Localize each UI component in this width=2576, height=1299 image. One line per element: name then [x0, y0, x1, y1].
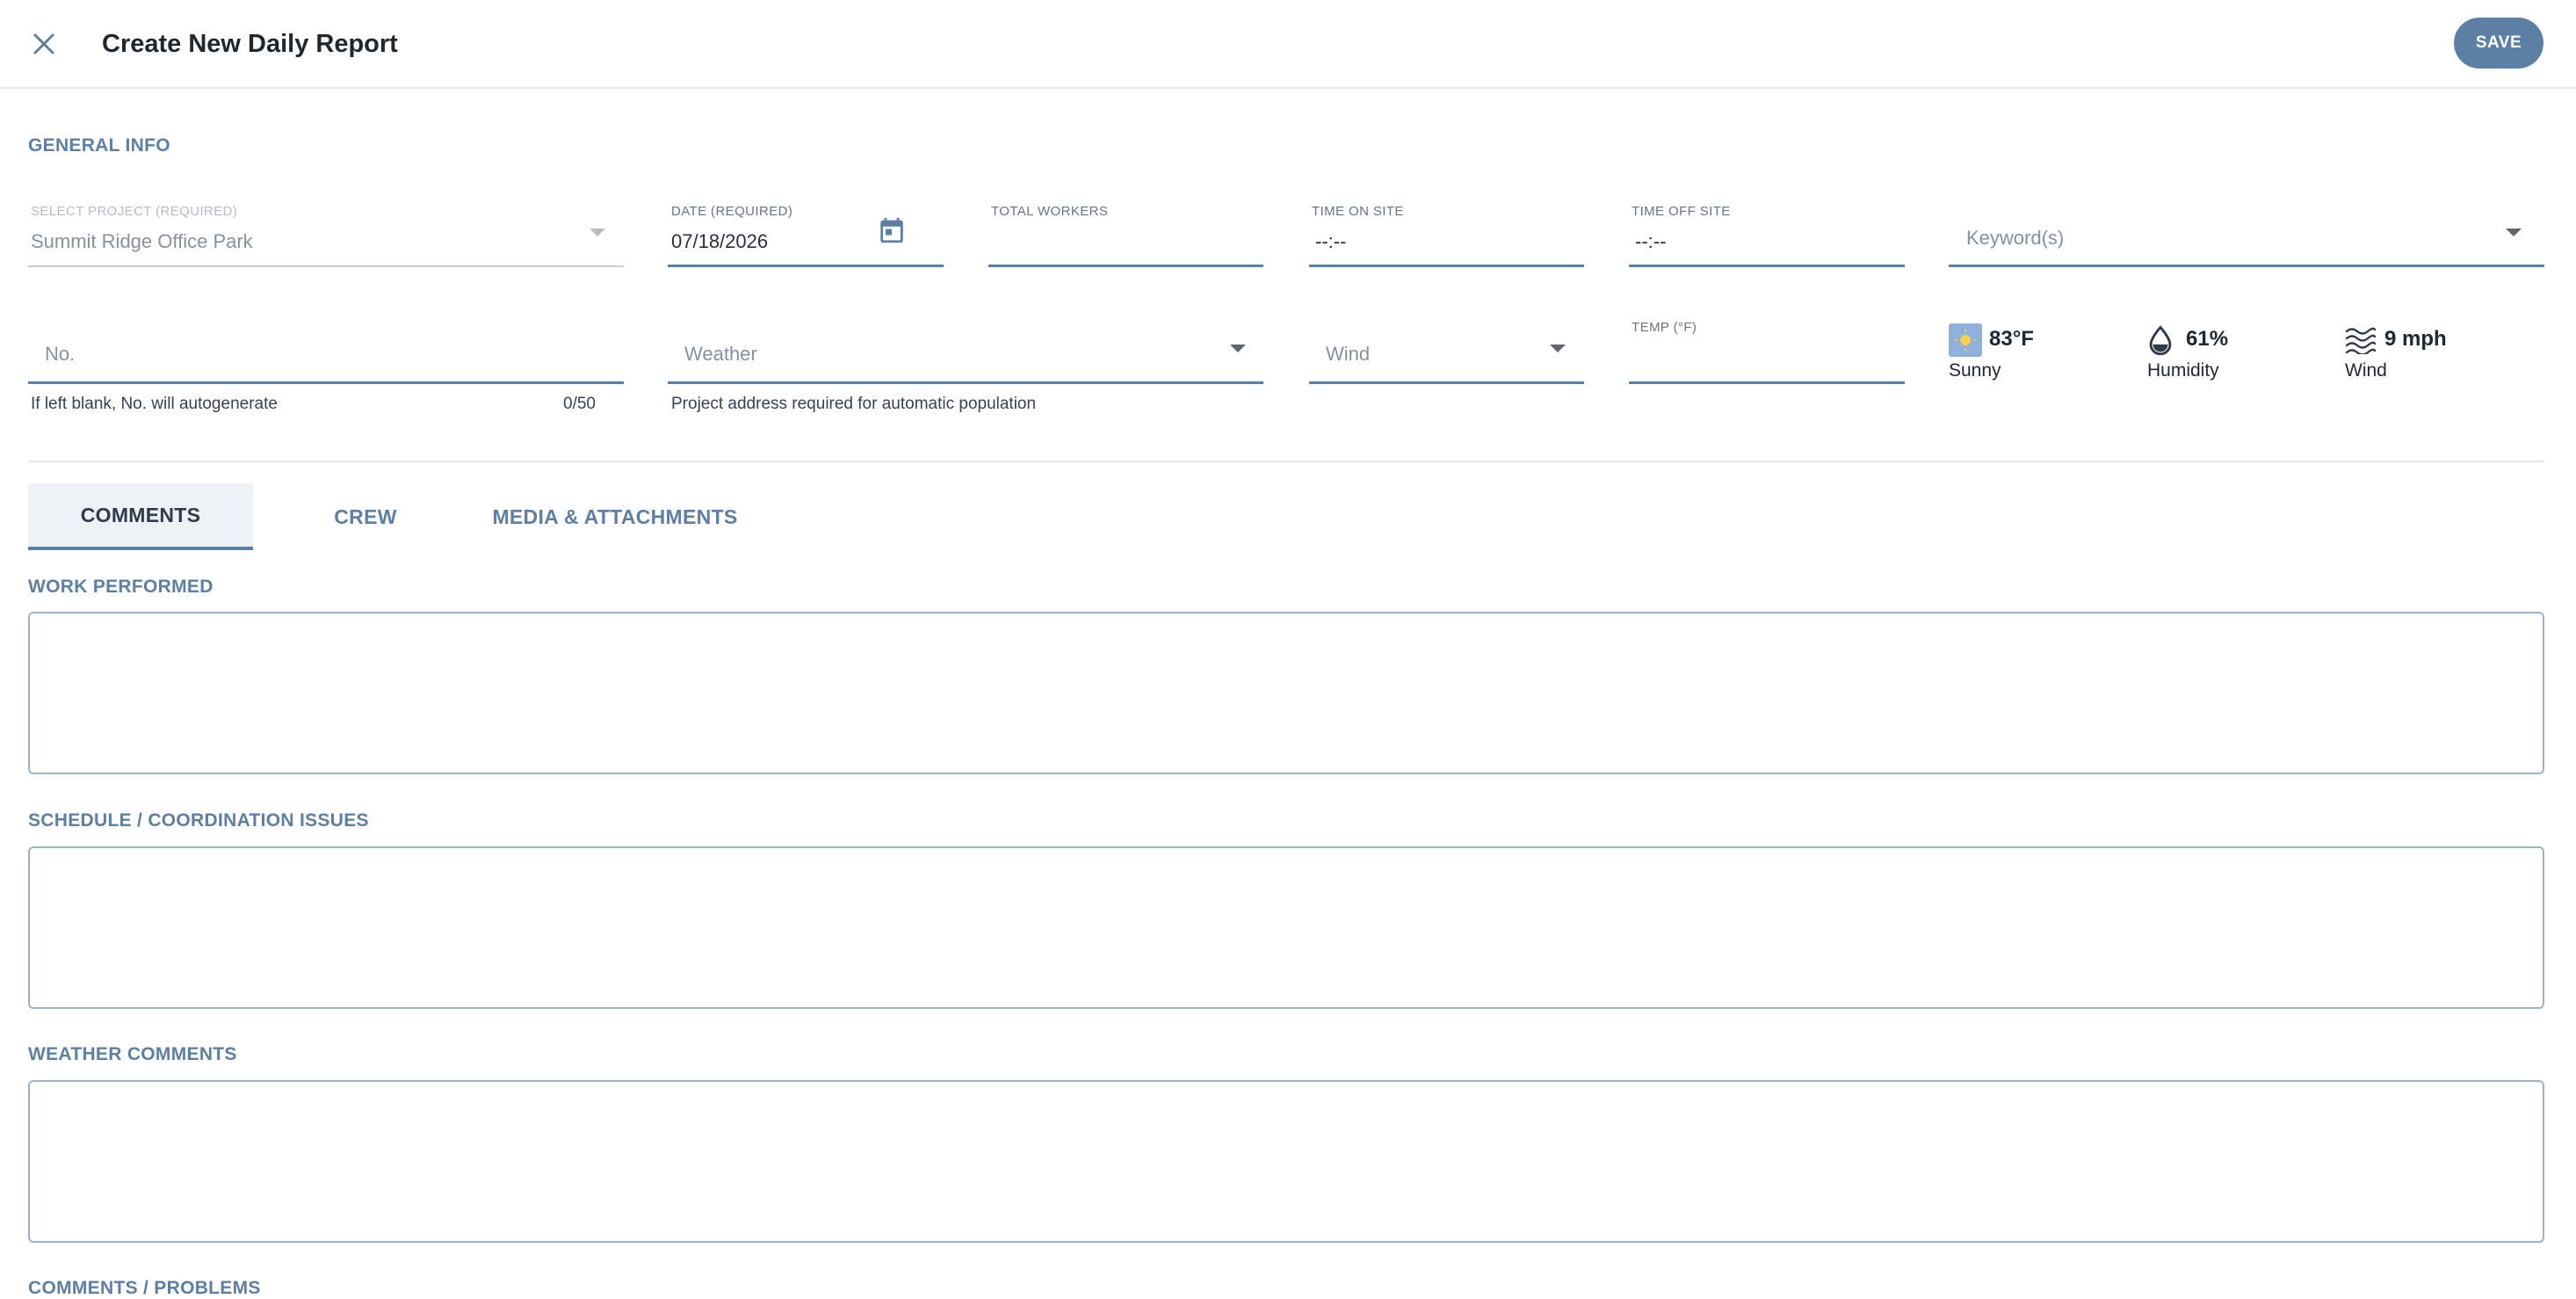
wind-condition: 9 mph Wind: [2345, 323, 2521, 385]
schedule-issues-input[interactable]: [28, 846, 2544, 1009]
close-button[interactable]: [26, 26, 62, 62]
number-helper-text: If left blank, No. will autogenerate: [31, 395, 278, 413]
number-placeholder: No.: [45, 343, 76, 365]
temp-underline: [1629, 381, 1905, 384]
number-counter: 0/50: [563, 395, 596, 413]
project-select[interactable]: SELECT PROJECT (REQUIRED) Summit Ridge O…: [28, 200, 624, 269]
total-workers-label: TOTAL WORKERS: [991, 204, 1109, 219]
weather-placeholder: Weather: [684, 343, 757, 365]
project-underline: [28, 265, 624, 267]
date-underline: [668, 265, 944, 267]
time-on-site-field[interactable]: TIME ON SITE --:--: [1309, 200, 1584, 269]
tab-crew[interactable]: CREW: [299, 483, 432, 550]
time-off-site-label: TIME OFF SITE: [1632, 204, 1731, 219]
wind-placeholder: Wind: [1326, 343, 1371, 365]
temperature-value: 83°F: [1989, 327, 2034, 351]
work-performed-input[interactable]: [28, 612, 2544, 774]
sun-icon: [1949, 323, 1982, 357]
close-icon: [33, 33, 54, 54]
chevron-down-icon: [590, 229, 605, 236]
total-workers-field[interactable]: TOTAL WORKERS: [988, 200, 1263, 269]
wind-waves-icon: [2345, 327, 2377, 354]
page-title: Create New Daily Report: [102, 30, 398, 58]
wind-underline: [1309, 381, 1584, 384]
temperature-caption: Sunny: [1949, 360, 2001, 381]
number-underline: [28, 381, 624, 384]
wind-caption: Wind: [2345, 360, 2387, 381]
time-off-site-value: --:--: [1635, 230, 1667, 252]
keywords-placeholder: Keyword(s): [1966, 227, 2065, 249]
comments-problems-label: COMMENTS / PROBLEMS: [28, 1278, 261, 1298]
keywords-select[interactable]: Keyword(s): [1949, 200, 2544, 269]
project-select-value: Summit Ridge Office Park: [31, 230, 253, 252]
weather-comments-label: WEATHER COMMENTS: [28, 1044, 237, 1064]
section-divider: [28, 461, 2544, 462]
droplet-icon: [2149, 325, 2172, 355]
time-on-site-underline: [1309, 265, 1584, 267]
date-label: DATE (REQUIRED): [671, 204, 793, 219]
calendar-icon[interactable]: [877, 214, 907, 246]
weather-helper-text: Project address required for automatic p…: [671, 395, 1037, 413]
chevron-down-icon: [2506, 229, 2522, 236]
humidity-value: 61%: [2186, 327, 2229, 351]
schedule-issues-label: SCHEDULE / COORDINATION ISSUES: [28, 810, 369, 831]
general-info-title: GENERAL INFO: [28, 135, 170, 156]
number-field[interactable]: No.: [28, 325, 624, 385]
time-on-site-value: --:--: [1315, 230, 1347, 252]
temp-label: TEMP (°F): [1632, 320, 1697, 335]
chevron-down-icon: [1230, 345, 1246, 352]
project-select-label: SELECT PROJECT (REQUIRED): [31, 204, 238, 219]
weather-underline: [668, 381, 1263, 384]
work-performed-label: WORK PERFORMED: [28, 577, 213, 597]
chevron-down-icon: [1550, 345, 1566, 352]
time-off-site-field[interactable]: TIME OFF SITE --:--: [1629, 200, 1905, 269]
wind-value: 9 mph: [2384, 327, 2447, 351]
time-on-site-label: TIME ON SITE: [1312, 204, 1404, 219]
temp-field[interactable]: TEMP (°F): [1629, 316, 1905, 385]
tab-comments[interactable]: COMMENTS: [28, 483, 253, 550]
humidity-condition: 61% Humidity: [2147, 323, 2323, 385]
humidity-caption: Humidity: [2147, 360, 2219, 381]
wind-select[interactable]: Wind: [1309, 325, 1584, 385]
date-value: 07/18/2026: [671, 230, 769, 252]
tab-media-attachments[interactable]: MEDIA & ATTACHMENTS: [479, 483, 751, 550]
temperature-condition: 83°F Sunny: [1949, 323, 2124, 385]
time-off-site-underline: [1629, 265, 1905, 267]
date-field[interactable]: DATE (REQUIRED) 07/18/2026: [668, 200, 944, 269]
total-workers-underline: [988, 265, 1263, 267]
weather-comments-input[interactable]: [28, 1080, 2544, 1243]
keywords-underline: [1949, 265, 2544, 267]
weather-select[interactable]: Weather: [668, 325, 1263, 385]
save-button[interactable]: SAVE: [2454, 18, 2543, 69]
